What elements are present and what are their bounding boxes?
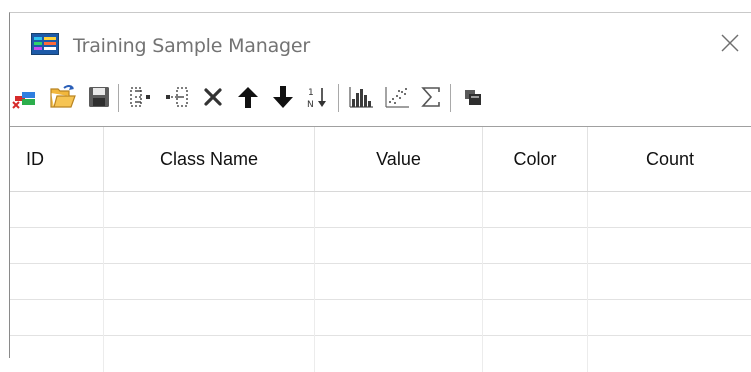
title-bar[interactable]: Training Sample Manager [10,13,751,71]
merge-classes-icon [130,87,150,107]
close-icon [721,34,739,52]
svg-text:N: N [307,100,314,110]
export-icon [465,90,481,105]
table-cell [10,192,104,228]
column-header-id[interactable]: ID [10,127,104,191]
column-header-count[interactable]: Count [588,127,751,191]
training-sample-table[interactable]: ID Class Name Value Color Count [10,127,751,372]
table-cell [104,300,315,336]
table-cell [315,192,483,228]
statistics-button[interactable] [416,82,446,112]
table-cell [104,228,315,264]
save-button[interactable] [84,82,114,112]
table-cell [104,336,315,372]
toolbar-separator [450,84,451,112]
histogram-button[interactable] [346,82,376,112]
table-cell [10,228,104,264]
table-row[interactable] [10,300,751,336]
export-button[interactable] [458,82,488,112]
app-icon [31,33,59,55]
merge-classes-button[interactable] [126,82,156,112]
move-up-icon [238,87,258,108]
statistics-sigma-icon [421,87,440,107]
training-sample-manager-window: Training Sample Manager 1 N ID Class Nam… [9,12,751,372]
open-folder-icon [50,85,76,108]
top-gap [0,0,751,12]
sort-button[interactable]: 1 N [302,82,332,112]
toolbar: 1 N [10,71,751,127]
move-down-icon [273,86,293,108]
save-icon [89,87,109,107]
histogram-icon [349,87,373,108]
delete-icon [204,88,222,106]
split-class-button[interactable] [162,82,192,112]
new-class-icon [12,92,35,109]
new-class-button[interactable] [10,82,40,112]
table-row[interactable] [10,264,751,300]
table-cell [315,228,483,264]
table-cell [483,264,588,300]
table-cell [483,300,588,336]
split-class-icon [166,87,188,107]
delete-button[interactable] [198,82,228,112]
table-row[interactable] [10,228,751,264]
table-cell [315,300,483,336]
table-cell [483,336,588,372]
column-header-class-name[interactable]: Class Name [104,127,315,191]
table-cell [10,300,104,336]
table-header: ID Class Name Value Color Count [10,127,751,192]
scatterplot-button[interactable] [382,82,412,112]
open-button[interactable] [48,82,78,112]
move-down-button[interactable] [268,82,298,112]
table-row[interactable] [10,192,751,228]
sort-icon: 1 N [307,88,326,110]
toolbar-separator [338,84,339,112]
table-cell [315,336,483,372]
table-cell [10,264,104,300]
svg-text:1: 1 [308,88,314,98]
toolbar-separator [118,84,119,112]
window-title: Training Sample Manager [73,35,310,57]
table-cell [483,228,588,264]
table-cell [10,336,104,372]
scatterplot-icon [385,87,409,108]
table-cell [104,264,315,300]
table-cell [104,192,315,228]
table-cell [315,264,483,300]
column-header-value[interactable]: Value [315,127,483,191]
move-up-button[interactable] [233,82,263,112]
table-cell [483,192,588,228]
close-button[interactable] [716,29,746,59]
table-row[interactable] [10,336,751,372]
column-header-color[interactable]: Color [483,127,588,191]
